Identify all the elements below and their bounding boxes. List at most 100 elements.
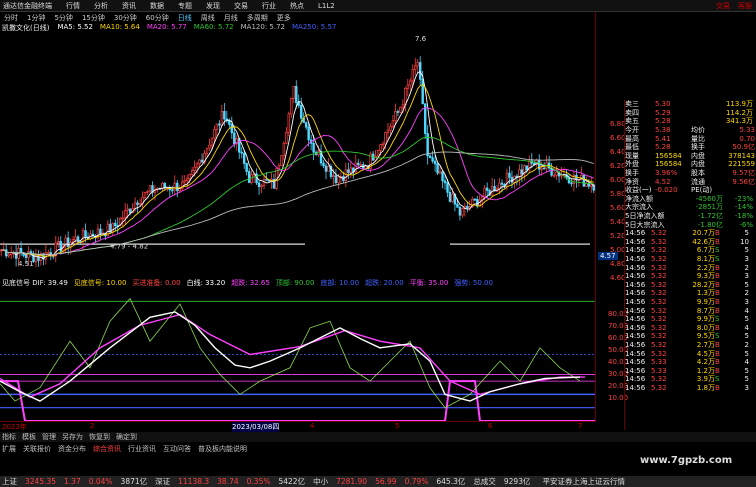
candle-body [57, 241, 60, 244]
info-tab[interactable]: 综合资讯 [93, 444, 121, 454]
candle-body [476, 198, 479, 207]
candle-body [364, 165, 367, 169]
quote-cell: 156584 [655, 160, 682, 169]
period-tab[interactable]: 周线 [201, 13, 215, 23]
status-label[interactable]: 总成交 [473, 476, 496, 487]
status-provider: 平安证券上海上证云行情 [542, 477, 625, 486]
info-tab[interactable]: 行业资讯 [128, 444, 156, 454]
tick-cell: 5.32 [651, 315, 667, 324]
tick-cell: 5 [744, 229, 749, 238]
ma-legend-item: MA5: 5.52 [57, 23, 93, 31]
status-label[interactable]: 中小 [313, 476, 328, 487]
indicator-chart[interactable] [0, 288, 595, 421]
status-label[interactable]: 上证 [2, 476, 17, 487]
candle-body [290, 97, 293, 115]
info-tab[interactable]: 资金分布 [58, 444, 86, 454]
status-label[interactable]: 深证 [155, 476, 170, 487]
period-tab[interactable]: 5分钟 [54, 13, 72, 23]
candle-body [466, 205, 469, 209]
menu-item[interactable]: 行业 [262, 1, 276, 11]
tick-cell: 14:56 [625, 323, 646, 332]
menu-item[interactable]: 行情 [66, 1, 80, 11]
indicator-tab[interactable]: 模板 [22, 432, 36, 442]
candle-body [133, 202, 137, 210]
indicator-toolbar: 指标 模板 管理 另存为 恢复到 确定到 [0, 432, 756, 442]
menu-item[interactable]: 数据 [150, 1, 164, 11]
quote-cell: 378143 [728, 151, 755, 160]
ma-legend: 凯撒文化(日线) MA5: 5.52 MA10: 5.64 MA20: 5.77 MA… [0, 23, 595, 33]
tick-cell: 2 [744, 263, 749, 272]
candle-body [500, 182, 504, 185]
period-tab[interactable]: 60分钟 [146, 13, 169, 23]
tick-cell: 10 [740, 237, 749, 246]
indicator-tab[interactable]: 恢复到 [89, 432, 110, 442]
quote-cell: 4.52 [655, 177, 671, 186]
tick-cell: B [715, 272, 720, 281]
stock-title[interactable]: 凯撒文化(日线) [2, 23, 49, 33]
info-tab[interactable]: 互动问答 [163, 444, 191, 454]
candle-body [265, 178, 268, 181]
menu-item[interactable]: 资讯 [122, 1, 136, 11]
candle-body [386, 129, 390, 133]
trade-link[interactable]: 交易 [716, 1, 730, 11]
candle-body [7, 254, 10, 257]
menu-item[interactable]: 交易 [234, 1, 248, 11]
candle-body [379, 144, 382, 151]
ma-legend-item: MA10: 5.64 [99, 23, 140, 31]
candle-body [195, 163, 199, 168]
candle-body [34, 256, 38, 263]
status-p: 0.04% [88, 477, 113, 486]
quote-cell: -14% [734, 203, 753, 212]
quote-cell: 5.29 [655, 108, 671, 117]
service-link[interactable]: 客服 [738, 1, 752, 11]
status-bar: 上证 3245.35 1.37 0.04% 3871亿 深证 11138.3 38.74 0.3… [0, 476, 756, 487]
info-tab[interactable]: 关联报价 [23, 444, 51, 454]
candle-body [322, 162, 325, 167]
indicator-tab[interactable]: 管理 [42, 432, 56, 442]
candle-body [114, 222, 117, 227]
period-tab[interactable]: 1分钟 [27, 13, 45, 23]
info-tab[interactable]: 扩展 [2, 444, 16, 454]
period-tab[interactable]: 分时 [4, 13, 18, 23]
candle-body [376, 150, 380, 157]
candle-body [436, 163, 439, 174]
quote-cell: 5.41 [655, 134, 671, 143]
tick-cell: 14:56 [625, 315, 646, 324]
quote-cell: 156584 [655, 151, 682, 160]
tick-cell: S [715, 254, 720, 263]
period-tab[interactable]: 月线 [224, 13, 238, 23]
candle-body [414, 65, 417, 70]
menu-item[interactable]: 专题 [178, 1, 192, 11]
ma-legend-item: MA120: 5.72 [240, 23, 285, 31]
candle-body [327, 166, 330, 172]
tick-cell: 14:56 [625, 272, 646, 281]
period-tab[interactable]: 30分钟 [114, 13, 137, 23]
menu-item[interactable]: 分析 [94, 1, 108, 11]
menu-item[interactable]: L1L2 [318, 2, 335, 10]
menu-item[interactable]: 发现 [206, 1, 220, 11]
period-tab[interactable]: 15分钟 [82, 13, 105, 23]
candle-body [285, 131, 288, 144]
status-v: 11138.3 [178, 477, 210, 486]
candle-body [138, 203, 142, 205]
tick-cell: 5 [744, 315, 749, 324]
period-tab-active[interactable]: 日线 [178, 13, 192, 23]
candle-body [143, 191, 147, 198]
candle-body [280, 155, 283, 167]
indicator-tab[interactable]: 指标 [2, 432, 16, 442]
price-axis: 6.80 6.60 6.40 6.20 6.00 5.80 5.60 5.40 5.20 5.00… [595, 12, 628, 422]
indicator-legend-item: 超跌: 32.65 [231, 279, 270, 287]
candle-body [4, 249, 8, 257]
menu-item[interactable]: 热点 [290, 1, 304, 11]
period-tab[interactable]: 多周期 [247, 13, 268, 23]
indicator-tab[interactable]: 确定到 [116, 432, 137, 442]
candle-body [590, 184, 593, 187]
candle-body [401, 104, 405, 108]
candlestick-chart[interactable]: 7.6 4.79 - 4.82 4.51 [0, 33, 595, 268]
tick-cell: S [715, 315, 720, 324]
candle-body [555, 171, 558, 176]
tick-cell: B [715, 366, 720, 375]
info-tab[interactable]: 普及板内能说明 [198, 444, 247, 454]
indicator-tab[interactable]: 另存为 [62, 432, 83, 442]
period-tab[interactable]: 更多 [277, 13, 291, 23]
